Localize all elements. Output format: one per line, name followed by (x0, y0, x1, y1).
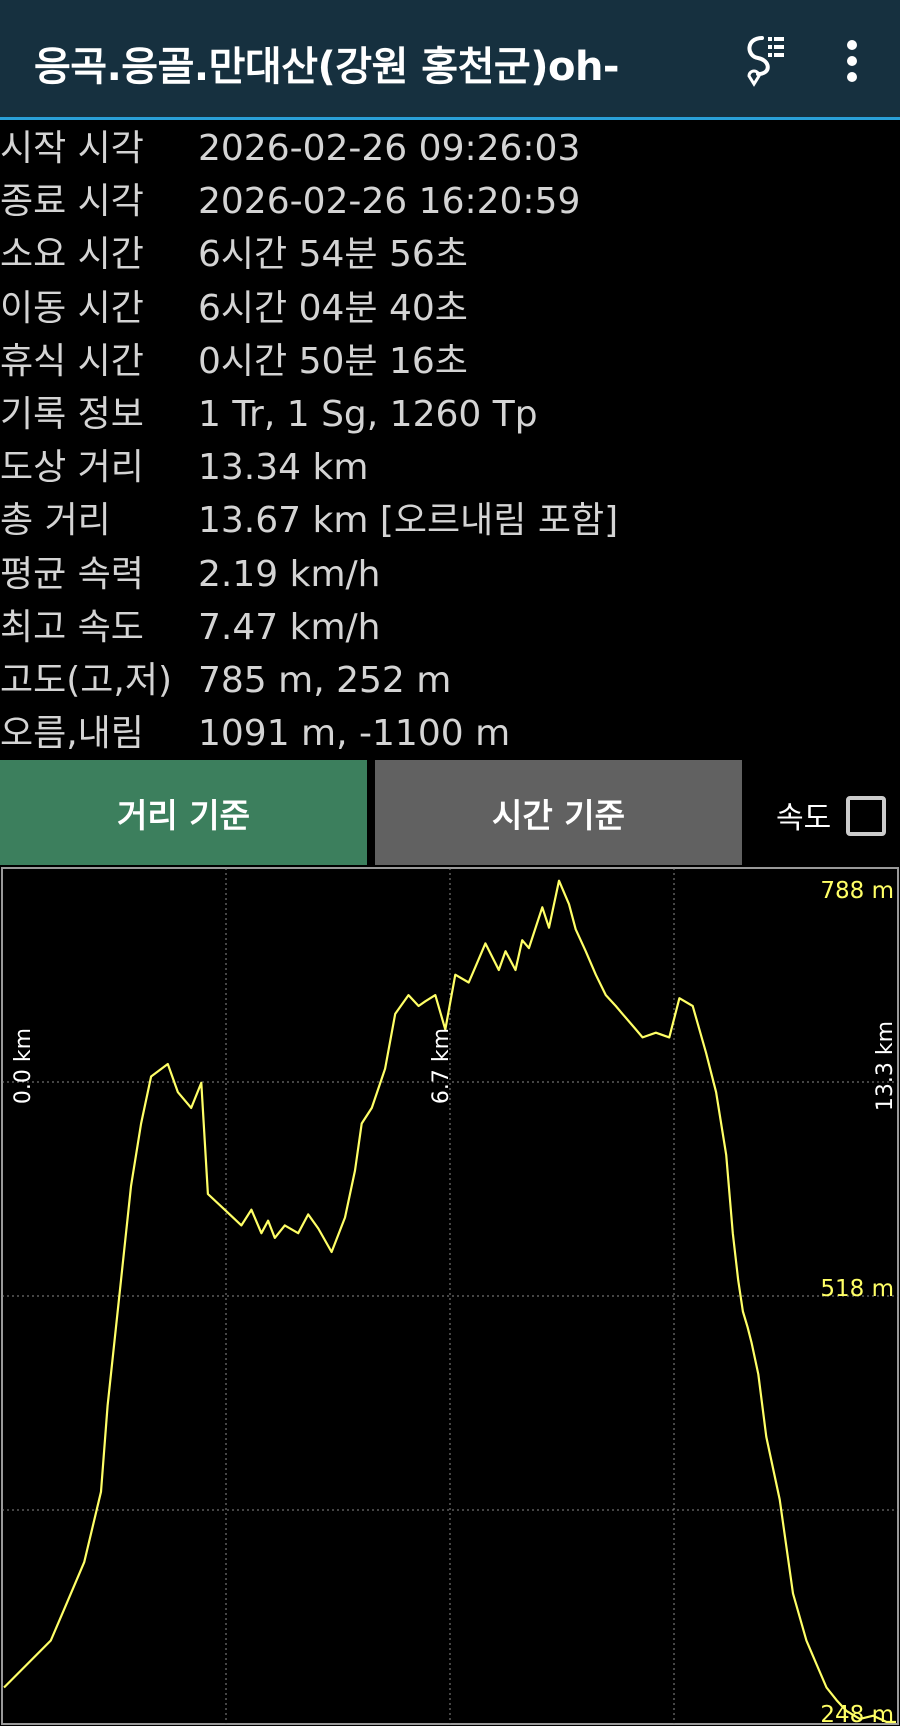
more-vert-icon[interactable] (832, 36, 872, 86)
stat-label: 도상 거리 (0, 447, 144, 489)
page-title: 응곡.응골.만대산(강원 홍천군)oh- (34, 44, 620, 90)
stat-value: 0시간 50분 16초 (198, 340, 468, 382)
stat-row: 최고 속도 7.47 km/h (0, 601, 900, 654)
stat-label: 최고 속도 (0, 606, 144, 648)
stat-label: 총 거리 (0, 500, 111, 542)
app-bar: 응곡.응골.만대산(강원 홍천군)oh- (0, 0, 900, 120)
stat-row: 소요 시간 6시간 54분 56초 (0, 228, 900, 281)
stat-label: 이동 시간 (0, 287, 144, 329)
stat-row: 오름,내림 1091 m, -1100 m (0, 707, 900, 760)
x-tick-label: 0.0 km (11, 1028, 36, 1104)
speed-checkbox[interactable] (846, 796, 886, 836)
stat-label: 휴식 시간 (0, 340, 144, 382)
stat-value: 2026-02-26 09:26:03 (198, 128, 581, 169)
route-list-icon[interactable] (738, 32, 788, 88)
stat-row: 도상 거리 13.34 km (0, 441, 900, 494)
stat-value: 1091 m, -1100 m (198, 713, 511, 755)
x-tick-label: 13.3 km (873, 1021, 898, 1111)
stat-row: 평균 속력 2.19 km/h (0, 548, 900, 601)
stat-label: 평균 속력 (0, 553, 144, 595)
stat-value: 6시간 54분 56초 (198, 234, 468, 276)
stat-row: 총 거리 13.67 km [오르내림 포함] (0, 494, 900, 547)
y-tick-label: 788 m (820, 878, 894, 904)
stat-value: 2026-02-26 16:20:59 (198, 181, 581, 223)
stat-row: 휴식 시간 0시간 50분 16초 (0, 335, 900, 388)
stat-label: 고도(고,저) (0, 659, 173, 701)
stat-value: 785 m, 252 m (198, 659, 452, 701)
stat-row: 종료 시각 2026-02-26 16:20:59 (0, 175, 900, 228)
distance-basis-button[interactable]: 거리 기준 (0, 760, 367, 865)
y-tick-label: 518 m (820, 1276, 894, 1302)
stat-value: 1 Tr, 1 Sg, 1260 Tp (198, 393, 538, 435)
stat-value: 6시간 04분 40초 (198, 287, 468, 329)
stat-row: 이동 시간 6시간 04분 40초 (0, 282, 900, 335)
y-tick-label: 248 m (820, 1702, 894, 1726)
stat-label: 오름,내림 (0, 713, 144, 755)
stat-value: 7.47 km/h (198, 606, 381, 648)
stat-value: 13.67 km [오르내림 포함] (198, 500, 619, 542)
stat-row: 기록 정보 1 Tr, 1 Sg, 1260 Tp (0, 388, 900, 441)
time-basis-button[interactable]: 시간 기준 (375, 760, 742, 865)
stat-value: 13.34 km (198, 447, 369, 489)
stat-label: 종료 시각 (0, 181, 144, 223)
stat-row: 시작 시각 2026-02-26 09:26:03 (0, 122, 900, 175)
stat-value: 2.19 km/h (198, 553, 381, 595)
speed-label: 속도 (776, 801, 832, 836)
stat-label: 기록 정보 (0, 393, 144, 435)
stat-label: 소요 시간 (0, 234, 144, 276)
elevation-line (3, 879, 896, 1724)
stat-label: 시작 시각 (0, 128, 144, 169)
elevation-chart: 788 m 518 m 248 m 0.0 km 6.7 km 13.3 km (1, 867, 899, 1726)
track-stats-list: 시작 시각 2026-02-26 09:26:03 종료 시각 2026-02-26 … (0, 122, 900, 760)
x-tick-label: 6.7 km (429, 1028, 454, 1104)
stat-row: 고도(고,저) 785 m, 252 m (0, 654, 900, 707)
